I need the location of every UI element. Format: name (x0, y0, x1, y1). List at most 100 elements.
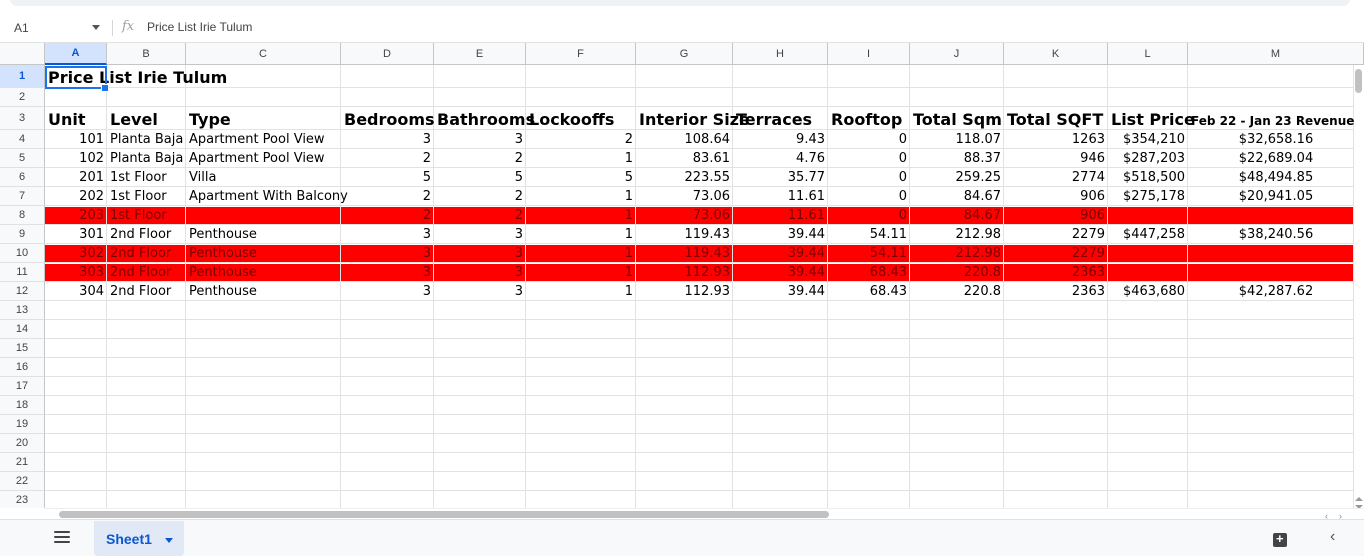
header-cell[interactable]: Unit (45, 107, 107, 130)
data-cell[interactable]: 2279 (1004, 244, 1108, 263)
data-cell[interactable]: Penthouse (186, 282, 341, 301)
formula-input[interactable]: Price List Irie Tulum (147, 20, 252, 34)
vertical-scrollbar[interactable] (1354, 65, 1364, 508)
data-cell[interactable]: $42,287.62 (1188, 282, 1364, 301)
data-cell[interactable]: 68.43 (828, 282, 910, 301)
data-cell[interactable]: 0 (828, 168, 910, 187)
data-cell[interactable]: $48,494.85 (1188, 168, 1364, 187)
data-cell[interactable]: 3 (341, 130, 434, 149)
data-cell[interactable]: $463,680 (1108, 282, 1188, 301)
data-cell[interactable]: 5 (341, 168, 434, 187)
data-cell[interactable]: 112.93 (636, 263, 733, 282)
data-cell[interactable]: 39.44 (733, 263, 828, 282)
data-cell[interactable]: 212.98 (910, 244, 1004, 263)
header-cell[interactable]: Interior Size (636, 107, 750, 130)
header-cell[interactable]: Bathrooms (434, 107, 535, 130)
data-cell[interactable]: 2 (434, 206, 526, 225)
data-cell[interactable]: $287,203 (1108, 149, 1188, 168)
data-cell[interactable]: 73.06 (636, 206, 733, 225)
data-cell[interactable]: $275,178 (1108, 187, 1188, 206)
data-cell[interactable]: 39.44 (733, 282, 828, 301)
data-cell[interactable]: 2774 (1004, 168, 1108, 187)
row-header-16[interactable]: 16 (0, 358, 45, 377)
data-cell[interactable]: 302 (45, 244, 107, 263)
data-cell[interactable]: 259.25 (910, 168, 1004, 187)
row-header-2[interactable]: 2 (0, 88, 45, 107)
horizontal-scrollbar[interactable]: ‹ › (45, 508, 1364, 521)
data-cell[interactable]: $22,689.04 (1188, 149, 1364, 168)
title-cell[interactable]: Price List Irie Tulum (45, 65, 230, 88)
row-header-21[interactable]: 21 (0, 453, 45, 472)
column-header-a[interactable]: A (45, 43, 107, 65)
data-cell[interactable]: 0 (828, 130, 910, 149)
data-cell[interactable]: 201 (45, 168, 107, 187)
data-cell[interactable]: 108.64 (636, 130, 733, 149)
data-cell[interactable]: 54.11 (828, 244, 910, 263)
data-cell[interactable]: Apartment With Balcony (186, 187, 348, 206)
data-cell[interactable]: $354,210 (1108, 130, 1188, 149)
data-cell[interactable]: 2279 (1004, 225, 1108, 244)
data-cell[interactable]: 1 (526, 225, 636, 244)
data-cell[interactable]: 2 (341, 149, 434, 168)
data-cell[interactable]: Penthouse (186, 225, 341, 244)
row-header-15[interactable]: 15 (0, 339, 45, 358)
column-header-k[interactable]: K (1004, 43, 1108, 65)
data-cell[interactable]: 1 (526, 206, 636, 225)
header-cell[interactable]: Bedrooms (341, 107, 435, 130)
data-cell[interactable]: 906 (1004, 206, 1108, 225)
header-cell[interactable]: Level (107, 107, 186, 130)
data-cell[interactable]: 220.8 (910, 263, 1004, 282)
data-cell[interactable]: 84.67 (910, 187, 1004, 206)
data-cell[interactable]: 1st Floor (107, 168, 186, 187)
data-cell[interactable]: 73.06 (636, 187, 733, 206)
data-cell[interactable]: $518,500 (1108, 168, 1188, 187)
data-cell[interactable]: 11.61 (733, 187, 828, 206)
data-cell[interactable]: 118.07 (910, 130, 1004, 149)
data-cell[interactable]: 1263 (1004, 130, 1108, 149)
data-cell[interactable]: 119.43 (636, 244, 733, 263)
row-header-11[interactable]: 11 (0, 263, 45, 282)
column-header-f[interactable]: F (526, 43, 636, 65)
fill-handle[interactable] (101, 84, 109, 92)
data-cell[interactable]: 220.8 (910, 282, 1004, 301)
hamburger-menu-icon[interactable] (54, 531, 70, 543)
data-cell[interactable]: 119.43 (636, 225, 733, 244)
data-cell[interactable]: 101 (45, 130, 107, 149)
data-cell[interactable]: Villa (186, 168, 341, 187)
data-cell[interactable]: 1 (526, 282, 636, 301)
header-cell[interactable]: Lockooffs (526, 107, 636, 130)
data-cell[interactable]: 83.61 (636, 149, 733, 168)
vertical-scroll-thumb[interactable] (1355, 69, 1362, 93)
data-cell[interactable]: 223.55 (636, 168, 733, 187)
chevron-left-icon[interactable]: ‹ (1330, 528, 1335, 546)
row-header-13[interactable]: 13 (0, 301, 45, 320)
column-header-e[interactable]: E (434, 43, 526, 65)
data-cell[interactable]: 2nd Floor (107, 282, 186, 301)
data-cell[interactable]: 2 (434, 187, 526, 206)
data-cell[interactable]: 9.43 (733, 130, 828, 149)
data-cell[interactable]: 3 (434, 282, 526, 301)
column-header-i[interactable]: I (828, 43, 910, 65)
data-cell[interactable]: 946 (1004, 149, 1108, 168)
horizontal-scroll-thumb[interactable] (59, 511, 829, 518)
data-cell[interactable]: 0 (828, 187, 910, 206)
column-header-j[interactable]: J (910, 43, 1004, 65)
data-cell[interactable]: 3 (434, 244, 526, 263)
data-cell[interactable]: 3 (341, 263, 434, 282)
row-header-19[interactable]: 19 (0, 415, 45, 434)
data-cell[interactable]: 212.98 (910, 225, 1004, 244)
data-cell[interactable]: 0 (828, 206, 910, 225)
row-header-10[interactable]: 10 (0, 244, 45, 263)
row-header-1[interactable]: 1 (0, 65, 45, 88)
header-cell[interactable]: Terraces (733, 107, 828, 130)
data-cell[interactable]: 303 (45, 263, 107, 282)
data-cell[interactable]: 68.43 (828, 263, 910, 282)
data-cell[interactable]: 2nd Floor (107, 263, 186, 282)
data-cell[interactable]: 2nd Floor (107, 244, 186, 263)
data-cell[interactable]: 3 (434, 130, 526, 149)
row-header-3[interactable]: 3 (0, 107, 45, 130)
data-cell[interactable]: 39.44 (733, 225, 828, 244)
header-cell[interactable]: List Price (1108, 107, 1195, 130)
row-header-8[interactable]: 8 (0, 206, 45, 225)
header-cell[interactable]: Total Sqm (910, 107, 1004, 130)
